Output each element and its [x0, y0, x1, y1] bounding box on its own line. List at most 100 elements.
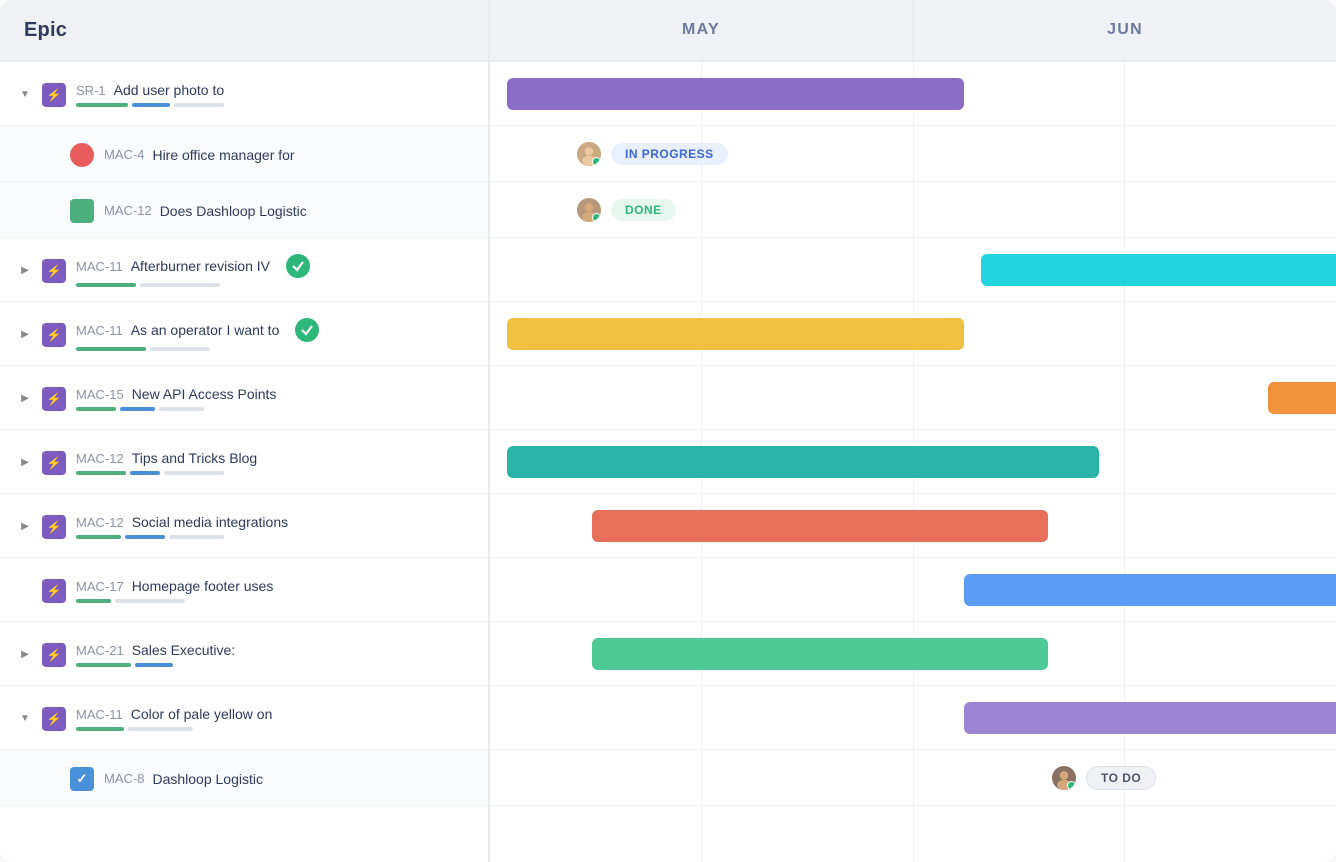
avatar-status-dot [592, 213, 601, 222]
issue-id: MAC-12 [76, 515, 124, 530]
epic-row: ⚡ MAC-17Homepage footer uses [0, 558, 488, 622]
progress-bars [76, 283, 472, 287]
progress-bar [125, 535, 165, 539]
progress-bar [164, 471, 224, 475]
status-container: TO DO [1050, 764, 1156, 792]
gantt-bar[interactable] [507, 78, 964, 110]
gantt-bar[interactable] [1268, 382, 1336, 414]
progress-bar [128, 727, 193, 731]
issue-icon [70, 143, 94, 167]
issue-icon [70, 199, 94, 223]
issue-id: MAC-12 [76, 451, 124, 466]
issue-icon: ✓ [70, 767, 94, 791]
progress-bar [150, 347, 210, 351]
progress-bar [135, 663, 173, 667]
row-title-line: MAC-11As an operator I want to [76, 318, 472, 342]
row-title-line: MAC-21 Sales Executive: [76, 642, 472, 658]
epic-row: ▶⚡MAC-12Social media integrations [0, 494, 488, 558]
gantt-row [490, 558, 1336, 622]
right-body: IN PROGRESS DONE TO DO [490, 62, 1336, 862]
gantt-row [490, 494, 1336, 558]
progress-bar [76, 535, 121, 539]
row-title-line: MAC-11Color of pale yellow on [76, 706, 472, 722]
gantt-row: IN PROGRESS [490, 126, 1336, 182]
row-title-line: MAC-11 Afterburner revision IV [76, 254, 472, 278]
expand-btn[interactable]: ▶ [16, 646, 34, 664]
issue-icon: ⚡ [42, 707, 66, 731]
progress-bar [132, 103, 170, 107]
avatar-status-dot [592, 157, 601, 166]
issue-id: MAC-15 [76, 387, 124, 402]
expand-btn[interactable]: ▶ [16, 326, 34, 344]
row-title-line: MAC-4 Hire office manager for [104, 147, 472, 163]
gantt-bar[interactable] [592, 510, 1049, 542]
epic-row: ▶⚡MAC-12Tips and Tricks Blog [0, 430, 488, 494]
progress-bar [76, 599, 111, 603]
progress-bar [76, 347, 146, 351]
epic-column-header: Epic [24, 19, 67, 42]
left-body: ▼ ⚡ SR-1Add user photo to MAC-4 Hire office … [0, 62, 488, 862]
issue-id: MAC-11 [76, 259, 123, 274]
expand-btn[interactable]: ▼ [16, 86, 34, 104]
check-badge [295, 318, 319, 342]
issue-id: MAC-8 [104, 771, 144, 786]
progress-bars [76, 103, 472, 107]
row-content: MAC-8 Dashloop Logistic [104, 771, 472, 787]
issue-title: Sales Executive: [132, 642, 236, 658]
gantt-bar[interactable] [981, 254, 1336, 286]
epic-row: MAC-12Does Dashloop Logistic [0, 182, 488, 238]
expand-btn[interactable]: ▼ [16, 710, 34, 728]
progress-bars [76, 599, 472, 603]
issue-icon: ⚡ [42, 259, 66, 283]
row-content: MAC-11Color of pale yellow on [76, 706, 472, 731]
status-container: IN PROGRESS [575, 140, 728, 168]
gantt-bar[interactable] [592, 638, 1049, 670]
row-content: SR-1Add user photo to [76, 82, 472, 107]
row-content: MAC-12Tips and Tricks Blog [76, 450, 472, 475]
issue-title: As an operator I want to [131, 322, 280, 338]
row-content: MAC-11 Afterburner revision IV [76, 254, 472, 287]
gantt-bar[interactable] [964, 574, 1336, 606]
progress-bar [76, 727, 124, 731]
progress-bar [130, 471, 160, 475]
progress-bars [76, 347, 472, 351]
row-title-line: MAC-12Does Dashloop Logistic [104, 203, 472, 219]
issue-title: Dashloop Logistic [152, 771, 263, 787]
avatar-status-dot [1067, 781, 1076, 790]
gantt-bar[interactable] [507, 318, 964, 350]
issue-title: Hire office manager for [152, 147, 294, 163]
issue-id: MAC-4 [104, 147, 144, 162]
row-title-line: MAC-15New API Access Points [76, 386, 472, 402]
row-title-line: MAC-17Homepage footer uses [76, 578, 472, 594]
expand-btn[interactable]: ▶ [16, 390, 34, 408]
expand-btn[interactable]: ▶ [16, 262, 34, 280]
progress-bar [115, 599, 185, 603]
issue-id: MAC-21 [76, 643, 124, 658]
row-content: MAC-12Does Dashloop Logistic [104, 203, 472, 219]
issue-id: SR-1 [76, 83, 106, 98]
epic-row: ▶ ⚡ MAC-11 Afterburner revision IV [0, 238, 488, 302]
issue-icon: ⚡ [42, 579, 66, 603]
status-badge: DONE [611, 199, 676, 221]
progress-bar [120, 407, 155, 411]
issue-icon: ⚡ [42, 323, 66, 347]
month-may: MAY [490, 21, 912, 39]
progress-bars [76, 535, 472, 539]
issue-id: MAC-11 [76, 707, 123, 722]
issue-title: Afterburner revision IV [131, 258, 270, 274]
gantt-row [490, 622, 1336, 686]
progress-bar [76, 663, 131, 667]
gantt-bar[interactable] [507, 446, 1099, 478]
check-badge [286, 254, 310, 278]
month-jun: JUN [914, 21, 1336, 39]
expand-btn[interactable]: ▶ [16, 454, 34, 472]
issue-id: MAC-17 [76, 579, 124, 594]
gantt-row [490, 238, 1336, 302]
progress-bar [140, 283, 220, 287]
avatar [575, 196, 603, 224]
gantt-bar[interactable] [964, 702, 1336, 734]
gantt-row: DONE [490, 182, 1336, 238]
expand-btn[interactable]: ▶ [16, 518, 34, 536]
left-panel: Epic ▼ ⚡ SR-1Add user photo to MAC-4 Hire of… [0, 0, 490, 862]
progress-bar [76, 471, 126, 475]
